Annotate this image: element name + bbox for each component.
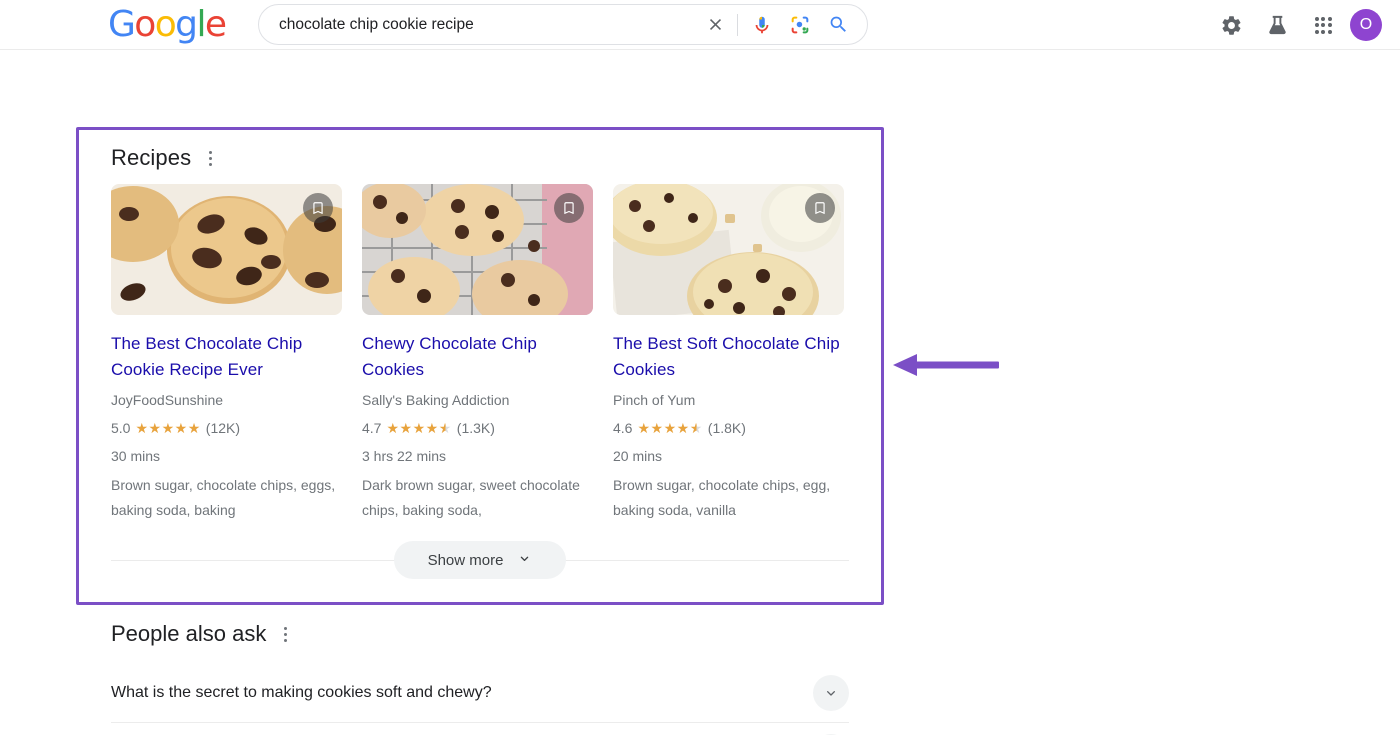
- bookmark-icon[interactable]: [303, 193, 333, 223]
- recipe-title[interactable]: Chewy Chocolate Chip Cookies: [362, 331, 593, 383]
- recipes-module: Recipes The Best Chocolate Chip Cookie R…: [79, 130, 881, 602]
- recipe-ingredients: Brown sugar, chocolate chips, egg, bakin…: [613, 477, 831, 518]
- rating-value: 5.0: [111, 420, 131, 436]
- paa-question-list: What is the secret to making cookies sof…: [79, 664, 881, 735]
- logo-letter: e: [204, 4, 227, 45]
- paa-question-text: What is the secret to making cookies sof…: [111, 684, 492, 701]
- star-rating-icon: ★ ★ ★ ★ ★: [135, 420, 201, 436]
- paa-question-row[interactable]: What are the 7 steps in making cookies?: [111, 723, 849, 735]
- recipe-thumbnail[interactable]: [613, 184, 844, 315]
- recipe-title[interactable]: The Best Soft Chocolate Chip Cookies: [613, 331, 844, 383]
- paa-question-row[interactable]: What is the secret to making cookies sof…: [111, 664, 849, 723]
- search-icon[interactable]: [825, 12, 851, 38]
- google-logo[interactable]: Google: [108, 4, 227, 45]
- star-rating-icon: ★ ★ ★ ★ ★: [637, 420, 703, 436]
- logo-letter: o: [134, 4, 156, 45]
- review-count: (12K): [205, 420, 241, 436]
- recipe-thumbnail[interactable]: [111, 184, 342, 315]
- avatar[interactable]: O: [1350, 9, 1382, 41]
- browser-header: Google chocolate chip cookie recipe O: [0, 0, 1400, 50]
- apps-grid-icon[interactable]: [1300, 2, 1346, 48]
- chevron-down-icon[interactable]: [813, 675, 849, 711]
- recipe-source: Sally's Baking Addiction: [362, 392, 510, 408]
- rating-value: 4.7: [362, 420, 382, 436]
- show-more-row: Show more: [79, 537, 881, 583]
- recipes-title: Recipes: [111, 145, 192, 170]
- recipe-source: JoyFoodSunshine: [111, 392, 224, 408]
- show-more-label: Show more: [427, 551, 504, 569]
- google-lens-icon[interactable]: [787, 12, 813, 38]
- lab-flask-icon[interactable]: [1254, 2, 1300, 48]
- recipe-rating: 4.6 ★ ★ ★ ★ ★ (1.8K): [613, 417, 844, 439]
- kebab-menu-icon[interactable]: [205, 147, 216, 170]
- recipe-card[interactable]: Chewy Chocolate Chip Cookies Sally's Bak…: [362, 184, 593, 523]
- clear-search-icon[interactable]: [702, 12, 728, 38]
- search-results-content: Recipes The Best Chocolate Chip Cookie R…: [0, 50, 1400, 735]
- chevron-down-icon: [517, 551, 532, 570]
- recipe-source: Pinch of Yum: [613, 392, 696, 408]
- recipe-ingredients: Dark brown sugar, sweet chocolate chips,…: [362, 477, 580, 518]
- review-count: (1.3K): [456, 420, 495, 436]
- search-divider: [737, 13, 738, 36]
- logo-letter: o: [154, 4, 177, 45]
- star-rating-icon: ★ ★ ★ ★ ★: [386, 420, 452, 436]
- recipes-header: Recipes: [79, 130, 881, 172]
- people-also-ask-module: People also ask What is the secret to ma…: [79, 620, 881, 735]
- bookmark-icon[interactable]: [554, 193, 584, 223]
- apps-grid-dots: [1314, 16, 1332, 34]
- recipe-title[interactable]: The Best Chocolate Chip Cookie Recipe Ev…: [111, 331, 342, 383]
- recipe-card[interactable]: The Best Soft Chocolate Chip Cookies Pin…: [613, 184, 844, 523]
- recipe-time: 3 hrs 22 mins: [362, 448, 447, 464]
- bookmark-icon[interactable]: [805, 193, 835, 223]
- recipe-rating: 4.7 ★ ★ ★ ★ ★ (1.3K): [362, 417, 593, 439]
- recipe-card[interactable]: The Best Chocolate Chip Cookie Recipe Ev…: [111, 184, 342, 523]
- search-bar[interactable]: [258, 4, 868, 45]
- recipe-time: 20 mins: [613, 448, 663, 464]
- kebab-menu-icon[interactable]: [280, 623, 291, 646]
- logo-letter: g: [175, 4, 198, 45]
- paa-header: People also ask: [79, 620, 881, 648]
- review-count: (1.8K): [707, 420, 746, 436]
- recipe-card-list: The Best Chocolate Chip Cookie Recipe Ev…: [79, 172, 881, 523]
- paa-title: People also ask: [111, 621, 267, 646]
- header-actions: O: [1208, 0, 1400, 50]
- recipe-thumbnail[interactable]: [362, 184, 593, 315]
- microphone-icon[interactable]: [749, 12, 775, 38]
- recipe-rating: 5.0 ★ ★ ★ ★ ★ (12K): [111, 417, 342, 439]
- search-input[interactable]: [259, 15, 702, 34]
- recipe-ingredients: Brown sugar, chocolate chips, eggs, baki…: [111, 477, 336, 518]
- annotation-arrow-icon: [893, 354, 999, 376]
- show-more-button[interactable]: Show more: [393, 541, 567, 579]
- logo-letter: G: [108, 4, 136, 45]
- rating-value: 4.6: [613, 420, 633, 436]
- recipe-time: 30 mins: [111, 448, 161, 464]
- gear-icon[interactable]: [1208, 2, 1254, 48]
- logo-letter: l: [196, 4, 206, 45]
